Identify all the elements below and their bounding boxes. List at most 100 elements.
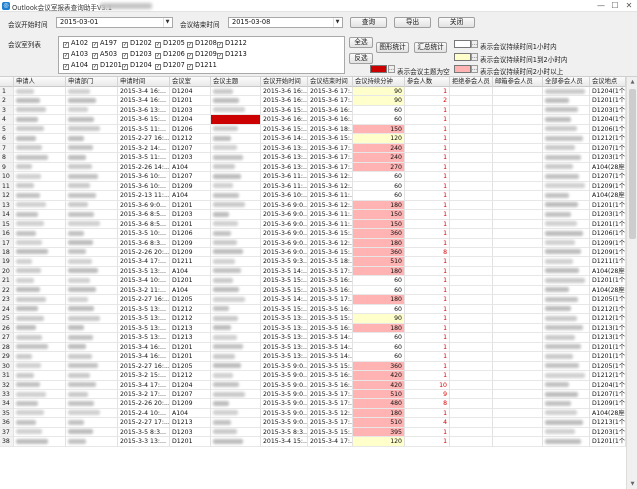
attendee-count-cell[interactable]: 8 bbox=[405, 247, 450, 258]
mail-attendees-cell[interactable] bbox=[493, 266, 543, 277]
applicant-cell[interactable] bbox=[14, 172, 66, 182]
table-row[interactable]: 6 2015-2-27 16:... D1212 2015-3-6 14:... 201… bbox=[0, 134, 626, 144]
table-row[interactable]: 33 2015-3-2 17:... D1207 2015-3-5 9:0... 201… bbox=[0, 390, 626, 400]
all-attendees-cell[interactable] bbox=[543, 314, 590, 324]
location-cell[interactable]: A104(28座椅... bbox=[590, 266, 626, 277]
table-row[interactable]: 23 2015-2-27 16:... D1205 2015-3-5 14:... 20… bbox=[0, 295, 626, 305]
location-cell[interactable]: D1201(1个会... bbox=[590, 437, 626, 447]
department-cell[interactable] bbox=[66, 124, 118, 135]
column-header[interactable]: 会议室 bbox=[170, 77, 211, 87]
mail-attendees-cell[interactable] bbox=[493, 219, 543, 230]
mail-attendees-cell[interactable] bbox=[493, 304, 543, 315]
row-number[interactable]: 16 bbox=[0, 229, 14, 239]
close-window-button[interactable]: ✕ bbox=[622, 1, 636, 11]
checkbox-icon[interactable]: ✓ bbox=[92, 64, 98, 70]
all-attendees-cell[interactable] bbox=[543, 247, 590, 258]
applicant-cell[interactable] bbox=[14, 96, 66, 106]
duration-cell[interactable]: 150 bbox=[353, 219, 405, 230]
room-cell[interactable]: D1201 bbox=[170, 342, 211, 353]
applicant-cell[interactable] bbox=[14, 390, 66, 400]
row-number[interactable]: 9 bbox=[0, 162, 14, 173]
checkbox-icon[interactable]: ✓ bbox=[155, 53, 161, 59]
topic-cell[interactable] bbox=[211, 181, 261, 192]
applicant-cell[interactable] bbox=[14, 276, 66, 286]
room-cell[interactable]: A104 bbox=[170, 266, 211, 277]
table-row[interactable]: 5 2015-3-5 11:... D1206 2015-3-6 15:... 2015… bbox=[0, 124, 626, 135]
checkbox-icon[interactable]: ✓ bbox=[187, 53, 193, 59]
department-cell[interactable] bbox=[66, 200, 118, 211]
applicant-cell[interactable] bbox=[14, 105, 66, 116]
apply-time-cell[interactable]: 2015-2-4 10:... bbox=[118, 408, 170, 419]
mail-attendees-cell[interactable] bbox=[493, 229, 543, 239]
location-cell[interactable]: D1207(1个会... bbox=[590, 172, 626, 182]
apply-time-cell[interactable]: 2015-3-4 16:... bbox=[118, 352, 170, 362]
end-time-cell[interactable]: 2015-3-5 16:... bbox=[308, 380, 353, 390]
apply-time-cell[interactable]: 2015-3-6 10:... bbox=[118, 172, 170, 182]
attendee-count-cell[interactable]: 1 bbox=[405, 352, 450, 362]
department-cell[interactable] bbox=[66, 162, 118, 173]
topic-cell[interactable] bbox=[211, 295, 261, 305]
attendee-count-cell[interactable]: 1 bbox=[405, 371, 450, 381]
apply-time-cell[interactable]: 2015-3-3 13:... bbox=[118, 437, 170, 447]
attendee-count-cell[interactable]: 1 bbox=[405, 115, 450, 125]
duration-cell[interactable]: 180 bbox=[353, 295, 405, 305]
mail-attendees-cell[interactable] bbox=[493, 247, 543, 258]
row-number[interactable]: 11 bbox=[0, 181, 14, 192]
checkbox-icon[interactable]: ✓ bbox=[155, 64, 161, 70]
location-cell[interactable]: D1213(1个会... bbox=[590, 333, 626, 343]
applicant-cell[interactable] bbox=[14, 361, 66, 372]
column-header[interactable]: 会议开始时间 bbox=[261, 77, 308, 87]
room-cell[interactable]: D1212 bbox=[170, 134, 211, 144]
end-time-cell[interactable]: 2015-3-5 15:... bbox=[308, 361, 353, 372]
topic-cell[interactable] bbox=[211, 304, 261, 315]
declined-cell[interactable] bbox=[450, 333, 493, 343]
department-cell[interactable] bbox=[66, 285, 118, 296]
mail-attendees-cell[interactable] bbox=[493, 181, 543, 192]
mail-attendees-cell[interactable] bbox=[493, 105, 543, 116]
topic-cell[interactable] bbox=[211, 323, 261, 334]
table-row[interactable]: 3 2015-3-6 13:... D1203 2015-3-6 15:... 2015… bbox=[0, 105, 626, 116]
apply-time-cell[interactable]: 2015-3-5 8:3... bbox=[118, 427, 170, 438]
declined-cell[interactable] bbox=[450, 200, 493, 211]
table-row[interactable]: 17 2015-3-6 8:3... D1209 2015-3-6 9:0... 201… bbox=[0, 238, 626, 248]
location-cell[interactable]: D1204(1个会... bbox=[590, 115, 626, 125]
applicant-cell[interactable] bbox=[14, 247, 66, 258]
topic-cell[interactable] bbox=[211, 427, 261, 438]
topic-cell[interactable] bbox=[211, 210, 261, 220]
room-cell[interactable]: D1211 bbox=[170, 257, 211, 267]
mail-attendees-cell[interactable] bbox=[493, 276, 543, 286]
all-attendees-cell[interactable] bbox=[543, 96, 590, 106]
apply-time-cell[interactable]: 2015-3-4 16:... bbox=[118, 342, 170, 353]
location-cell[interactable]: D1211(1个会... bbox=[590, 257, 626, 267]
location-cell[interactable]: A104(28座椅... bbox=[590, 285, 626, 296]
department-cell[interactable] bbox=[66, 408, 118, 419]
table-row[interactable]: 35 2015-2-4 10:... A104 2015-3-5 9:0... 2015… bbox=[0, 408, 626, 419]
mail-attendees-cell[interactable] bbox=[493, 437, 543, 447]
room-checkbox-d1207[interactable]: ✓ D1207 bbox=[155, 61, 185, 70]
apply-time-cell[interactable]: 2015-3-4 17:... bbox=[118, 257, 170, 267]
room-checkbox-d1205[interactable]: ✓ D1205 bbox=[155, 39, 185, 48]
department-cell[interactable] bbox=[66, 390, 118, 400]
room-checkbox-d1209[interactable]: ✓ D1209 bbox=[187, 50, 217, 59]
scroll-down-icon[interactable]: ▼ bbox=[627, 479, 637, 489]
all-attendees-cell[interactable] bbox=[543, 210, 590, 220]
mail-attendees-cell[interactable] bbox=[493, 323, 543, 334]
apply-time-cell[interactable]: 2015-2-26 20:... bbox=[118, 247, 170, 258]
start-time-cell[interactable]: 2015-3-5 15:... bbox=[261, 285, 308, 296]
row-number[interactable]: 3 bbox=[0, 105, 14, 116]
topic-cell[interactable] bbox=[211, 276, 261, 286]
table-row[interactable]: 13 2015-3-6 9:0... D1201 2015-3-6 9:0... 201… bbox=[0, 200, 626, 211]
end-time-cell[interactable]: 2015-3-6 12:... bbox=[308, 200, 353, 211]
mail-attendees-cell[interactable] bbox=[493, 361, 543, 372]
duration-cell[interactable]: 120 bbox=[353, 437, 405, 447]
declined-cell[interactable] bbox=[450, 210, 493, 220]
mail-attendees-cell[interactable] bbox=[493, 257, 543, 267]
minimize-button[interactable]: — bbox=[594, 1, 608, 11]
all-attendees-cell[interactable] bbox=[543, 191, 590, 201]
start-time-cell[interactable]: 2015-3-6 13:... bbox=[261, 143, 308, 154]
start-time-cell[interactable]: 2015-3-6 10:... bbox=[261, 191, 308, 201]
end-time-cell[interactable]: 2015-3-6 15:... bbox=[308, 229, 353, 239]
declined-cell[interactable] bbox=[450, 181, 493, 192]
all-attendees-cell[interactable] bbox=[543, 295, 590, 305]
location-cell[interactable]: D1204(1个会... bbox=[590, 380, 626, 390]
